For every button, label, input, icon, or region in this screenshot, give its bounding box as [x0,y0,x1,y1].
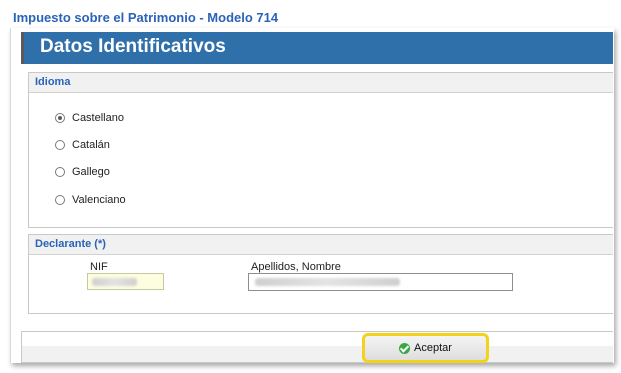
check-icon [399,342,411,354]
radio-catalan[interactable]: Catalán [55,137,110,153]
radio-button-icon[interactable] [55,167,65,177]
nombre-label: Apellidos, Nombre [251,261,341,273]
nif-label: NIF [90,261,108,273]
radio-label: Castellano [72,112,124,124]
accept-button-label: Aceptar [414,342,452,354]
redacted-value [255,278,400,286]
radio-label: Catalán [72,139,110,151]
nif-field[interactable] [87,273,164,290]
redacted-value [92,278,137,286]
page-title: Datos Identificativos [40,36,226,57]
footer-bar [21,331,613,363]
radio-button-icon[interactable] [55,195,65,205]
radio-button-checked-icon[interactable] [55,113,65,123]
radio-castellano[interactable]: Castellano [55,110,124,126]
radio-label: Valenciano [72,194,126,206]
radio-gallego[interactable]: Gallego [55,164,110,180]
declarante-section-title: Declarante (*) [29,235,613,255]
idioma-section-title: Idioma [29,73,613,93]
page-header: Datos Identificativos [21,32,613,64]
footer-strip [22,346,613,362]
accept-button[interactable]: Aceptar [362,333,489,363]
app-title: Impuesto sobre el Patrimonio - Modelo 71… [13,10,279,25]
nombre-field[interactable] [248,273,513,291]
radio-button-icon[interactable] [55,140,65,150]
radio-valenciano[interactable]: Valenciano [55,192,126,208]
radio-label: Gallego [72,166,110,178]
